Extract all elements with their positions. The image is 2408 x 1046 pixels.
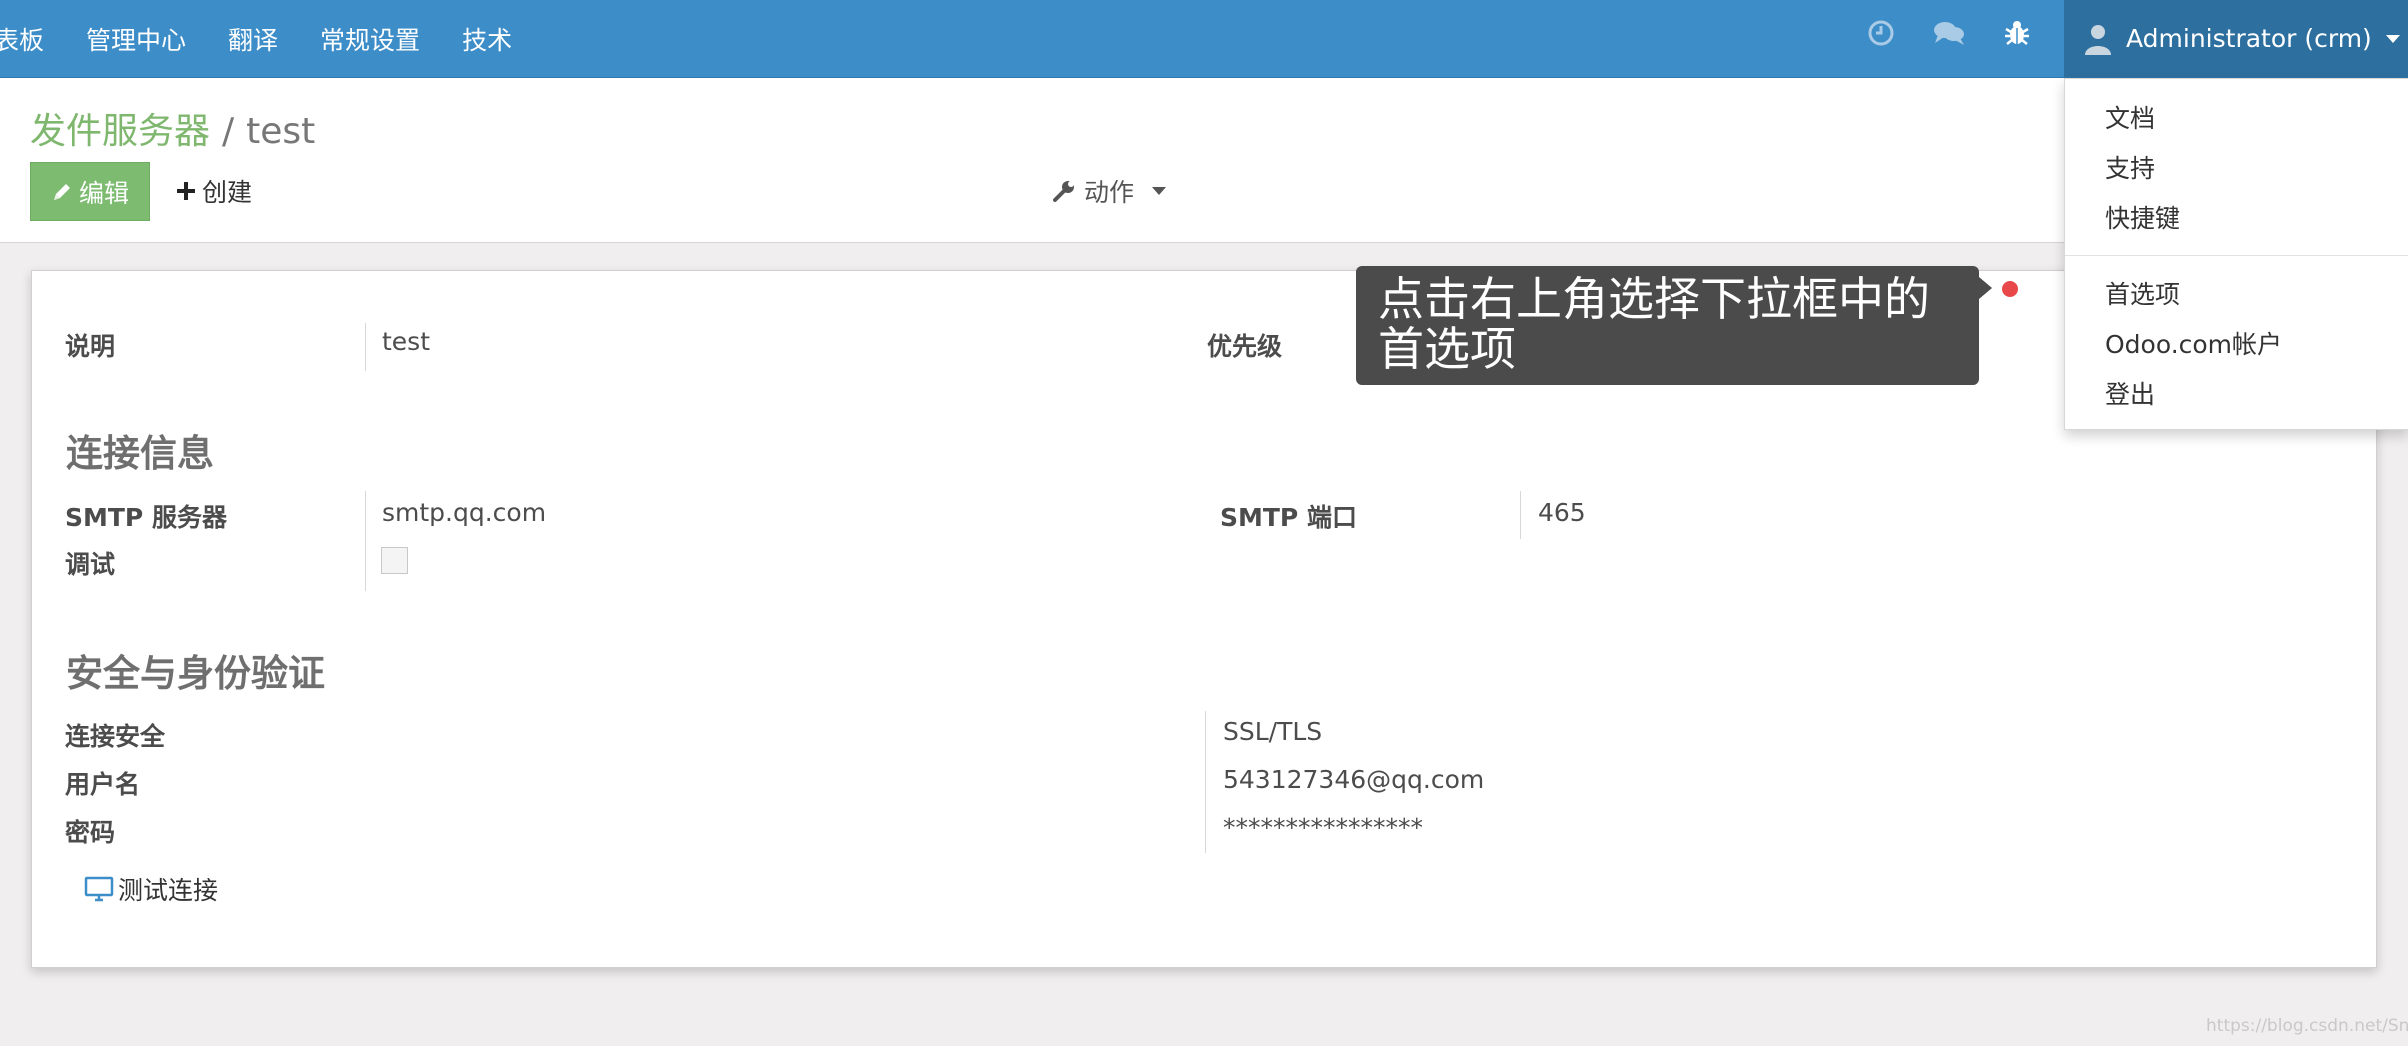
watermark-text: https://blog.csdn.net/Snarkel <box>2206 1016 2408 1036</box>
dropdown-item-documentation[interactable]: 文档 <box>2105 99 2155 135</box>
debug-checkbox[interactable] <box>381 547 408 574</box>
connection-section-title: 连接信息 <box>66 423 214 477</box>
username-field[interactable]: 543127346@qq.com <box>1223 765 1484 794</box>
password-label: 密码 <box>65 813 115 849</box>
control-panel: 发件服务器 / test 编辑 创建 动作 <box>0 78 2408 243</box>
security-section-title: 安全与身份验证 <box>66 643 325 697</box>
chevron-down-icon <box>2386 35 2400 43</box>
smtp-server-field[interactable]: smtp.qq.com <box>382 498 546 527</box>
breadcrumb-separator: / <box>222 111 234 152</box>
edit-button-label: 编辑 <box>79 174 129 210</box>
edit-button[interactable]: 编辑 <box>30 162 150 221</box>
debug-label: 调试 <box>65 545 115 581</box>
wrench-icon <box>1052 179 1076 203</box>
clock-icon[interactable] <box>1864 16 1898 50</box>
field-divider <box>1520 491 1521 539</box>
tip-indicator-dot[interactable] <box>2002 281 2018 297</box>
bug-icon[interactable] <box>2000 16 2034 50</box>
description-label: 说明 <box>65 327 115 363</box>
description-field[interactable]: test <box>382 327 430 356</box>
field-divider <box>365 491 366 591</box>
menu-item-general-settings[interactable]: 常规设置 <box>320 21 420 57</box>
main-menu: 表板 管理中心 翻译 常规设置 技术 <box>0 0 554 77</box>
username-label: 用户名 <box>65 765 140 801</box>
top-navbar: 表板 管理中心 翻译 常规设置 技术 Administrator (crm) <box>0 0 2408 78</box>
test-connection-button[interactable]: 测试连接 <box>84 871 218 907</box>
connection-security-field[interactable]: SSL/TLS <box>1223 717 1322 746</box>
dropdown-divider <box>2065 255 2408 256</box>
smtp-server-label: SMTP 服务器 <box>65 498 227 534</box>
create-button[interactable]: 创建 <box>176 170 252 212</box>
menu-item-translation[interactable]: 翻译 <box>228 21 278 57</box>
password-field[interactable]: **************** <box>1223 813 1423 842</box>
dropdown-item-shortcuts[interactable]: 快捷键 <box>2105 199 2180 235</box>
user-dropdown-menu: 文档 支持 快捷键 首选项 Odoo.com帐户 登出 <box>2064 78 2408 430</box>
pencil-icon <box>51 181 73 203</box>
dropdown-item-preferences[interactable]: 首选项 <box>2105 275 2180 311</box>
priority-label: 优先级 <box>1207 327 1282 363</box>
user-name: Administrator (crm) <box>2126 24 2372 53</box>
action-button-label: 动作 <box>1084 173 1134 209</box>
action-dropdown-button[interactable]: 动作 <box>1052 170 1166 212</box>
dropdown-item-logout[interactable]: 登出 <box>2105 375 2155 411</box>
dropdown-item-support[interactable]: 支持 <box>2105 149 2155 185</box>
smtp-port-label: SMTP 端口 <box>1220 498 1357 534</box>
breadcrumb-current: test <box>246 111 315 152</box>
smtp-port-field[interactable]: 465 <box>1538 498 1586 527</box>
tooltip-arrow <box>1979 277 1992 299</box>
monitor-icon <box>84 876 114 902</box>
user-menu-toggle[interactable]: Administrator (crm) <box>2064 0 2408 77</box>
form-sheet: 说明 test 优先级 10 连接信息 SMTP 服务器 smtp.qq.com… <box>31 270 2377 968</box>
menu-item-admin-center[interactable]: 管理中心 <box>86 21 186 57</box>
plus-icon <box>176 181 196 201</box>
field-divider <box>1205 711 1206 853</box>
menu-item-technical[interactable]: 技术 <box>462 21 512 57</box>
chat-icon[interactable] <box>1932 16 1966 50</box>
breadcrumb-parent-link[interactable]: 发件服务器 <box>30 111 210 152</box>
breadcrumb: 发件服务器 / test <box>30 102 315 154</box>
tip-tooltip: 点击右上角选择下拉框中的 首选项 <box>1356 266 1979 385</box>
user-avatar-icon <box>2084 23 2112 55</box>
connection-security-label: 连接安全 <box>65 717 165 753</box>
test-connection-label: 测试连接 <box>118 871 218 907</box>
menu-item-dashboard[interactable]: 表板 <box>0 21 44 57</box>
create-button-label: 创建 <box>202 173 252 209</box>
dropdown-item-odoo-account[interactable]: Odoo.com帐户 <box>2105 325 2282 361</box>
field-divider <box>365 323 366 371</box>
chevron-down-icon <box>1152 187 1166 195</box>
tooltip-line-2: 首选项 <box>1378 324 1979 374</box>
tooltip-line-1: 点击右上角选择下拉框中的 <box>1378 274 1979 324</box>
